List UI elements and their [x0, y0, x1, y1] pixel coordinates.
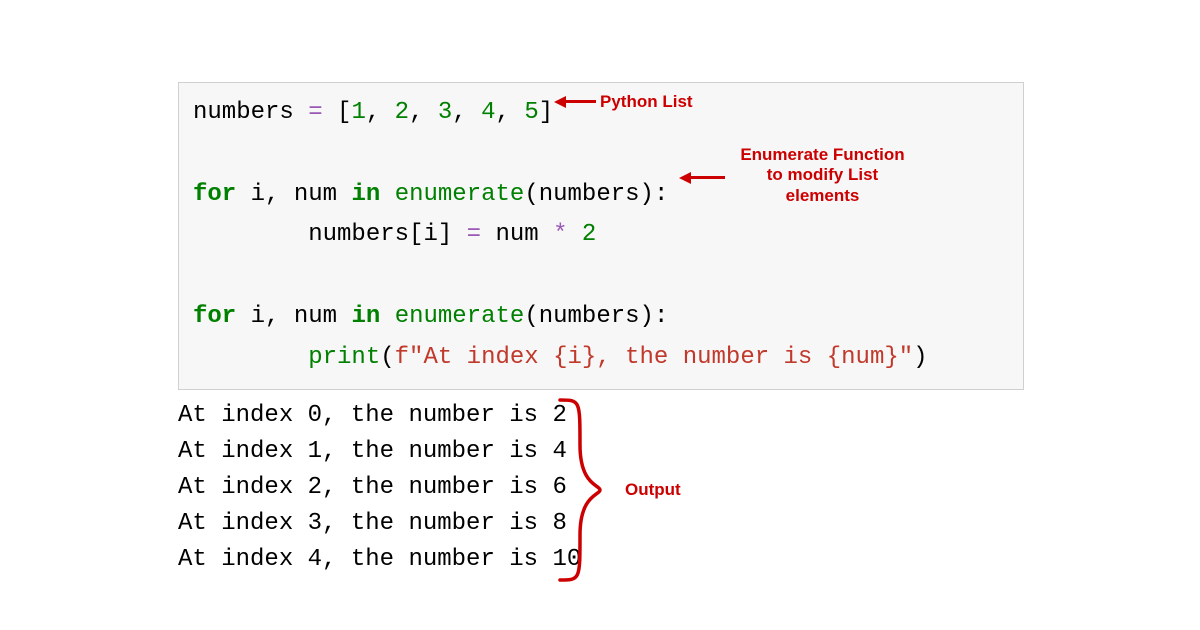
arrow-line-icon: [691, 176, 725, 179]
brace-icon: [555, 395, 605, 585]
output-line: At index 0, the number is 2: [178, 402, 567, 429]
code-var: numbers: [193, 99, 294, 126]
annotation-output: Output: [625, 480, 681, 500]
output-line: At index 3, the number is 8: [178, 510, 567, 537]
output-line: At index 1, the number is 4: [178, 438, 567, 465]
code-block: numbers = [1, 2, 3, 4, 5] for i, num in …: [178, 82, 1024, 390]
output-line: At index 2, the number is 6: [178, 474, 567, 501]
annotation-python-list: Python List: [600, 92, 693, 112]
annotation-enumerate: Enumerate Function to modify List elemen…: [735, 145, 910, 206]
output-block: At index 0, the number is 2 At index 1, …: [178, 398, 581, 578]
arrow-left-icon: [679, 172, 691, 184]
arrow-left-icon: [554, 96, 566, 108]
arrow-line-icon: [566, 100, 596, 103]
output-line: At index 4, the number is 10: [178, 546, 581, 573]
